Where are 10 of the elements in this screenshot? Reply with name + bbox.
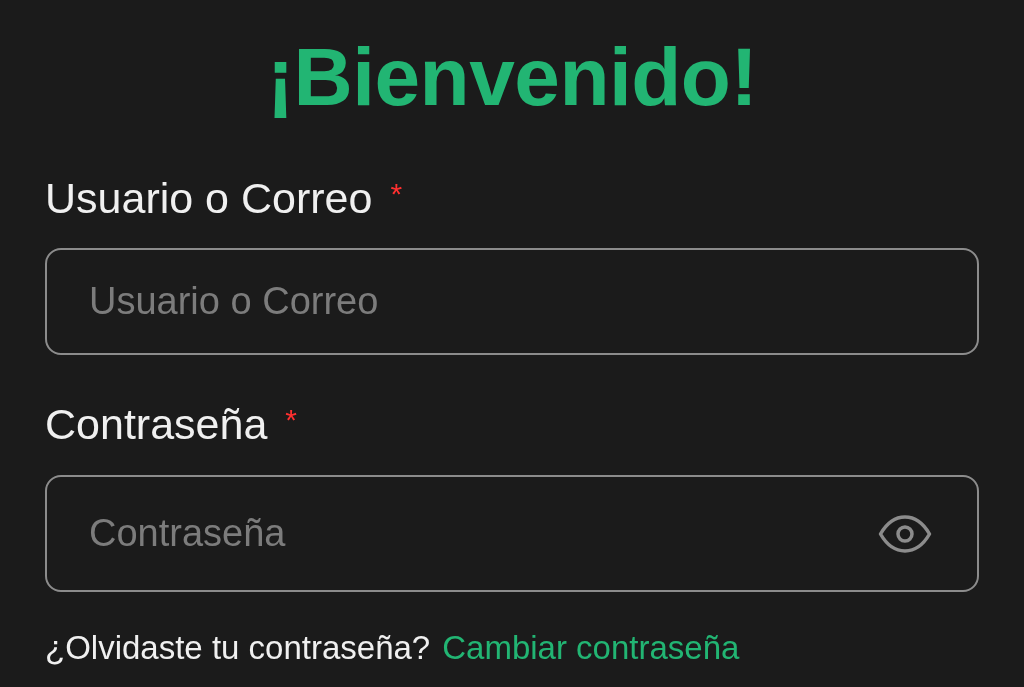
- change-password-link[interactable]: Cambiar contraseña: [442, 622, 740, 673]
- forgot-password-text: ¿Olvidaste tu contraseña?: [45, 627, 431, 668]
- required-mark: *: [390, 179, 403, 209]
- text-field[interactable]: Usuario o Correo: [45, 248, 979, 356]
- required-mark: *: [285, 405, 297, 436]
- field-label: Usuario o Correo: [45, 175, 373, 223]
- welcome-title: ¡Bienvenido!: [265, 36, 759, 118]
- field-label: Contraseña: [45, 401, 268, 449]
- eye-icon[interactable]: [878, 514, 932, 553]
- password-field[interactable]: Contraseña: [45, 474, 979, 592]
